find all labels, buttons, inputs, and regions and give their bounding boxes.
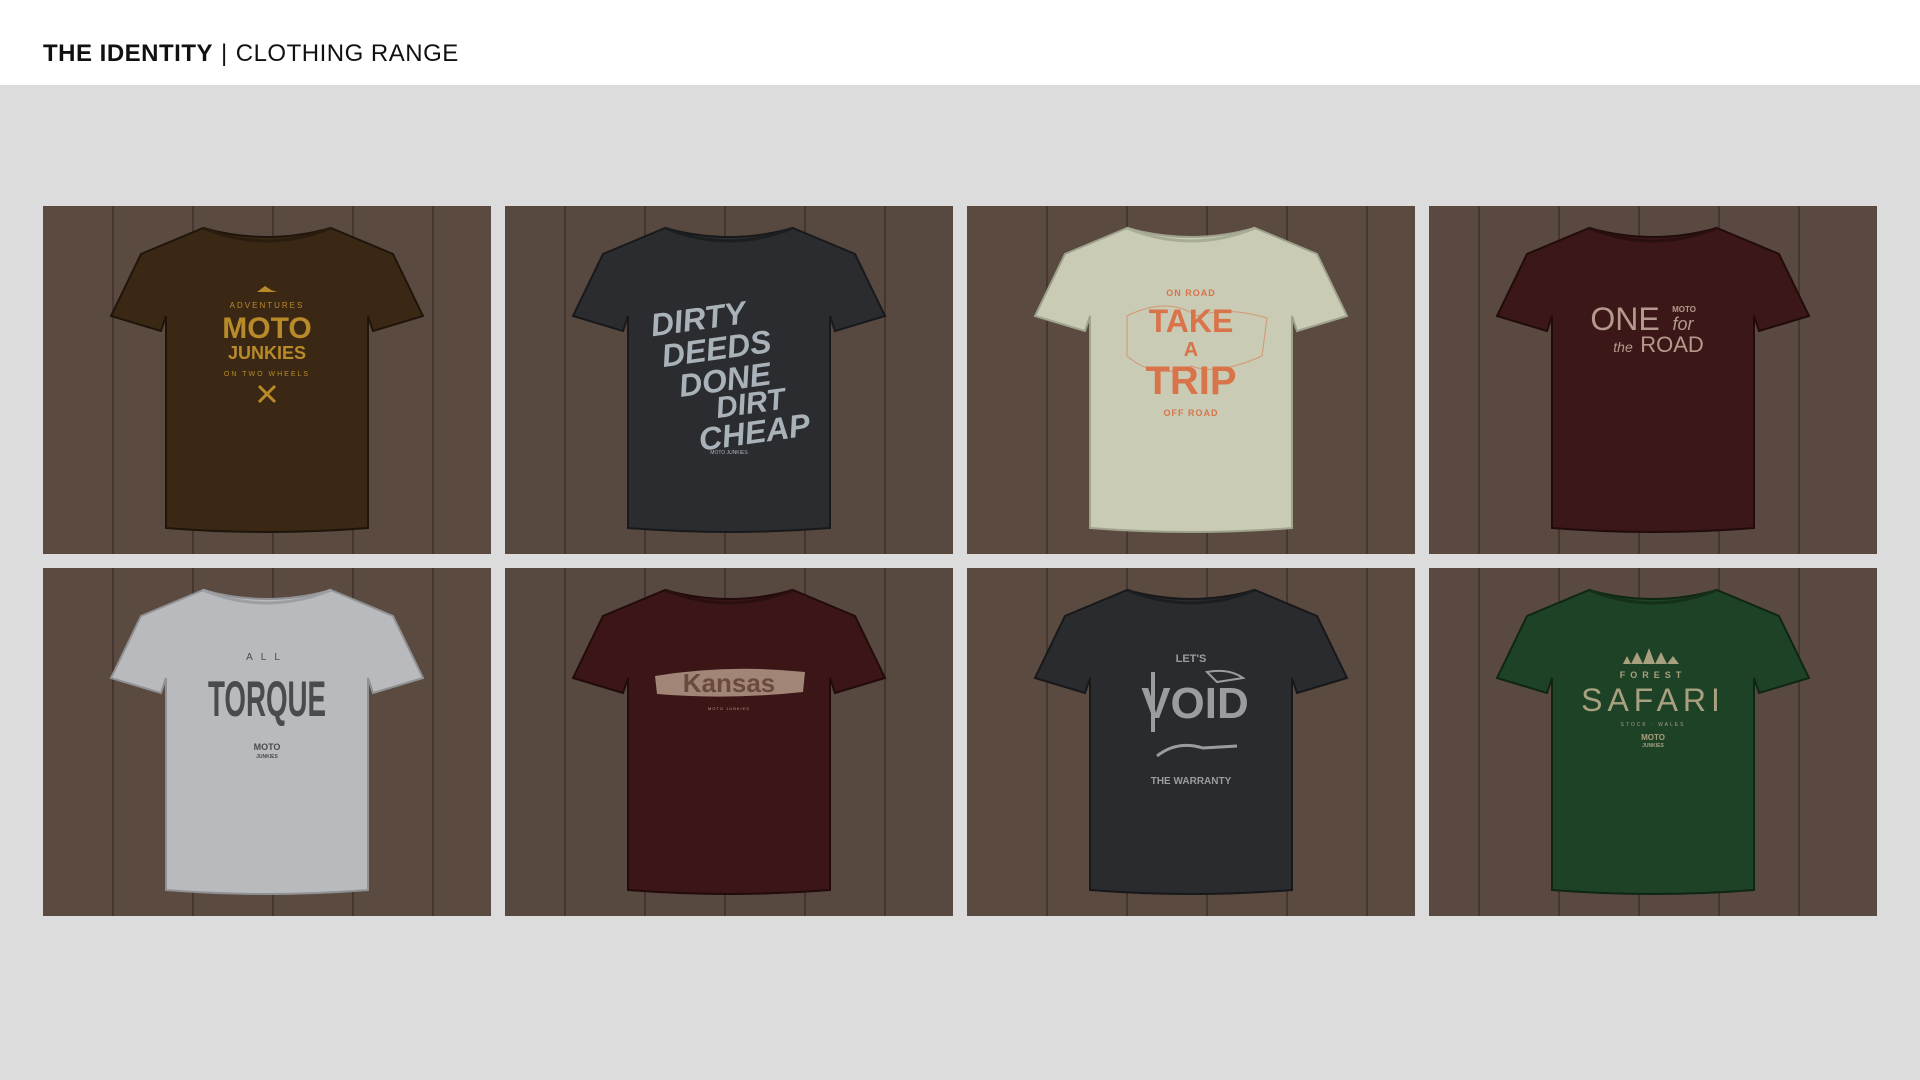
shirt-tile-kansas: Kansas MOTO JUNKIES xyxy=(505,568,953,916)
print-line-3: MOTO xyxy=(254,742,281,752)
print-line-3: THE WARRANTY xyxy=(1151,776,1232,787)
shirt-tile-forest-safari: FOREST SAFARI STOCK · WALES MOTO JUNKIES xyxy=(1429,568,1877,916)
print-line-1: Kansas xyxy=(683,668,776,698)
shirt-tile-moto-junkies: ADVENTURES MOTO JUNKIES ON TWO WHEELS xyxy=(43,206,491,554)
print-line-1: FOREST xyxy=(1620,670,1687,680)
print-line-2: MOTO xyxy=(1672,305,1696,314)
print-line-1: ON ROAD xyxy=(1166,288,1216,298)
print-line-5: JUNKIES xyxy=(1642,743,1664,749)
print-line-4: MOTO xyxy=(1641,733,1665,742)
title-clothing-range: CLOTHING RANGE xyxy=(235,40,459,67)
print-line-2: SAFARI xyxy=(1581,682,1725,718)
print-line-1: ALL xyxy=(246,652,288,663)
shirt-tile-lets-void: LET'S VOID THE WARRANTY xyxy=(967,568,1415,916)
print-line-4: the xyxy=(1613,339,1633,355)
shirt-tile-dirty-deeds: DIRTY DEEDS DONE DIRT CHEAP MOTO JUNKIES xyxy=(505,206,953,554)
print-line-4: JUNKIES xyxy=(256,754,278,760)
shirt-lets-void: LET'S VOID THE WARRANTY xyxy=(967,568,1415,916)
print-line-2: TORQUE xyxy=(208,671,326,727)
title-separator: | xyxy=(221,40,228,67)
shirt-dirty-deeds: DIRTY DEEDS DONE DIRT CHEAP MOTO JUNKIES xyxy=(505,206,953,554)
shirt-take-a-trip: ON ROAD TAKE A TRIP OFF ROAD xyxy=(967,206,1415,554)
print-line-3: JUNKIES xyxy=(228,343,306,363)
print-line-6: MOTO JUNKIES xyxy=(710,450,748,456)
print-line-5: ROAD xyxy=(1640,332,1704,357)
header: THE IDENTITY | CLOTHING RANGE xyxy=(0,0,1920,85)
shirt-moto-junkies: ADVENTURES MOTO JUNKIES ON TWO WHEELS xyxy=(43,206,491,554)
print-line-2: VOID xyxy=(1141,679,1249,728)
shirt-kansas: Kansas MOTO JUNKIES xyxy=(505,568,953,916)
shirt-all-torque: ALL TORQUE MOTO JUNKIES xyxy=(43,568,491,916)
print-line-3: for xyxy=(1672,314,1694,334)
shirt-tile-one-for-the-road: ONE MOTO for the ROAD xyxy=(1429,206,1877,554)
print-line-2: MOTO xyxy=(222,312,311,345)
print-line-5: OFF ROAD xyxy=(1164,408,1219,418)
shirt-one-for-the-road: ONE MOTO for the ROAD xyxy=(1429,206,1877,554)
print-line-1: LET'S xyxy=(1176,653,1207,665)
shirt-forest-safari: FOREST SAFARI STOCK · WALES MOTO JUNKIES xyxy=(1429,568,1877,916)
shirt-tile-all-torque: ALL TORQUE MOTO JUNKIES xyxy=(43,568,491,916)
shirt-tile-take-a-trip: ON ROAD TAKE A TRIP OFF ROAD xyxy=(967,206,1415,554)
print-line-3: STOCK · WALES xyxy=(1621,722,1686,728)
print-line-4: TRIP xyxy=(1145,359,1236,403)
title-identity: THE IDENTITY xyxy=(43,40,214,67)
print-line-2: TAKE xyxy=(1149,303,1234,339)
print-line-1: ADVENTURES xyxy=(230,301,305,310)
page-title: THE IDENTITY | CLOTHING RANGE xyxy=(43,40,459,68)
print-line-3: A xyxy=(1184,339,1198,361)
print-line-4: ON TWO WHEELS xyxy=(224,371,310,378)
print-line-2: MOTO JUNKIES xyxy=(708,706,750,711)
mockup-grid: ADVENTURES MOTO JUNKIES ON TWO WHEELS DI… xyxy=(0,85,1920,1080)
